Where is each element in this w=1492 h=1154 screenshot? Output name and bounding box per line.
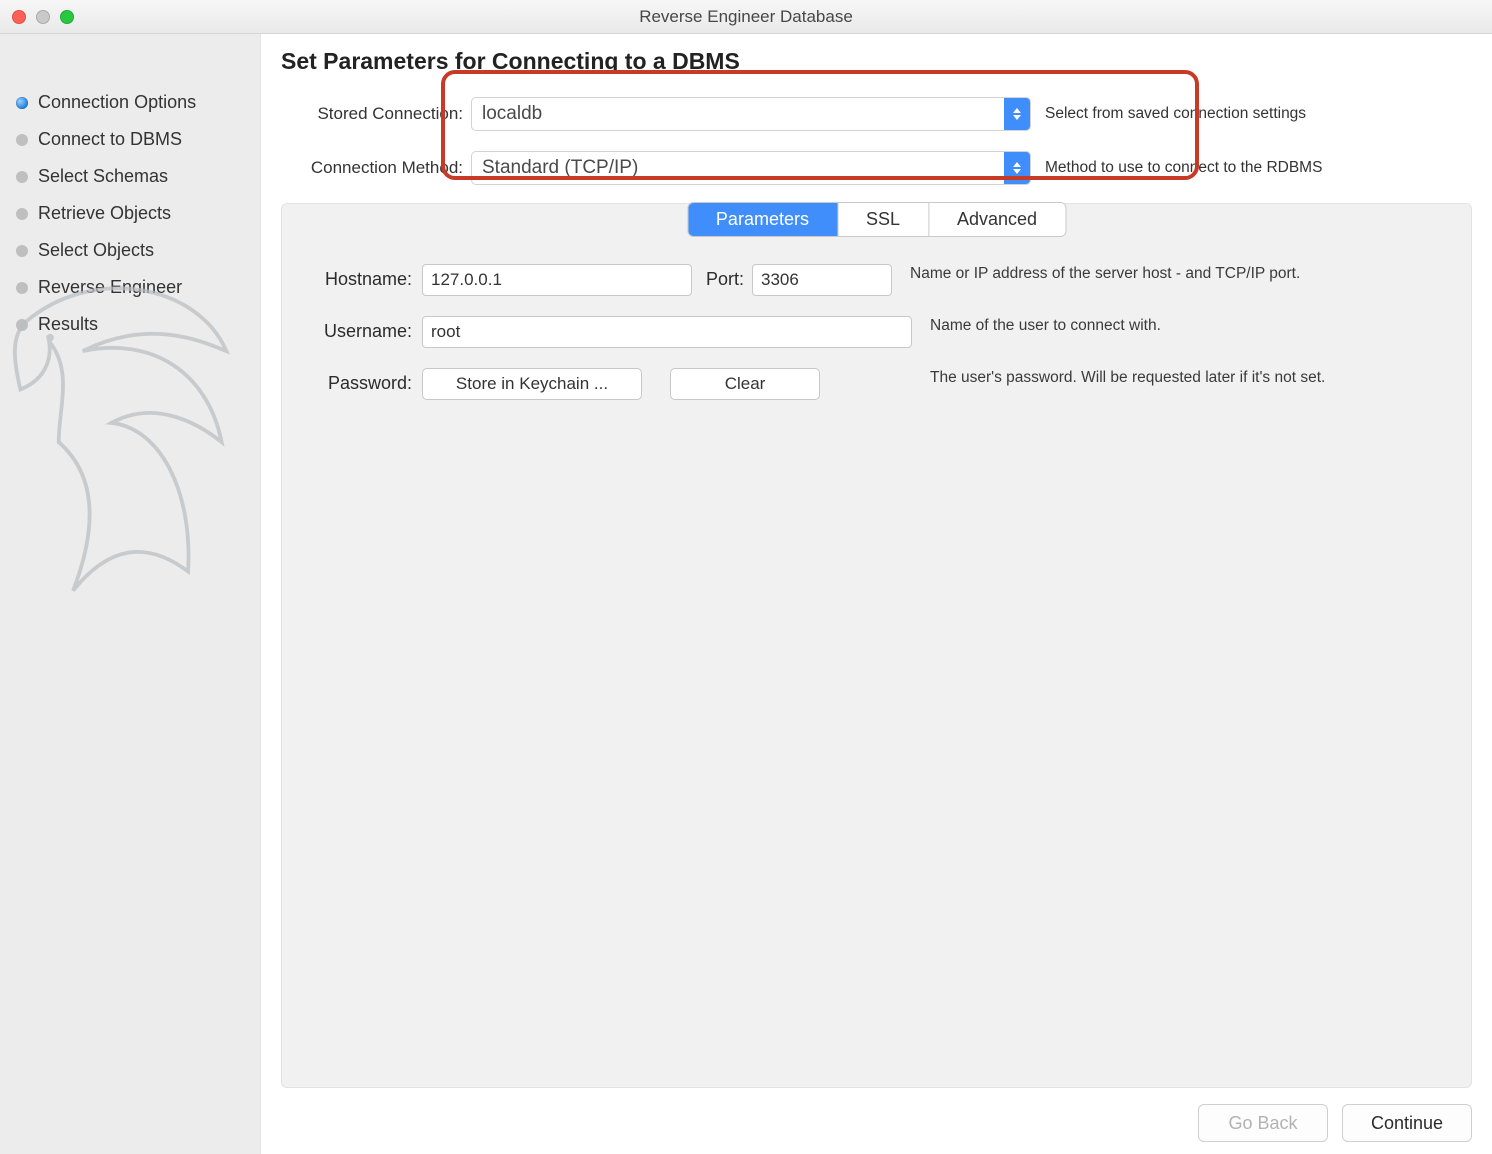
sidebar-item-connect-to-dbms[interactable]: Connect to DBMS <box>0 121 260 158</box>
updown-caret-icon <box>1004 152 1030 184</box>
wizard-sidebar: Connection Options Connect to DBMS Selec… <box>0 34 260 1154</box>
continue-button[interactable]: Continue <box>1342 1104 1472 1142</box>
sidebar-item-label: Connection Options <box>38 92 196 113</box>
sidebar-item-label: Select Objects <box>38 240 154 261</box>
hostname-input[interactable] <box>422 264 692 296</box>
step-bullet-icon <box>16 245 28 257</box>
step-bullet-icon <box>16 97 28 109</box>
sidebar-item-retrieve-objects[interactable]: Retrieve Objects <box>0 195 260 232</box>
zoom-window-button[interactable] <box>60 10 74 24</box>
connection-method-row: Connection Method: Standard (TCP/IP) Met… <box>281 141 1472 195</box>
stored-connection-label: Stored Connection: <box>281 104 471 124</box>
window-title: Reverse Engineer Database <box>0 7 1492 27</box>
hostname-label: Hostname: <box>302 264 422 290</box>
store-keychain-button[interactable]: Store in Keychain ... <box>422 368 642 400</box>
minimize-window-button[interactable] <box>36 10 50 24</box>
sidebar-item-label: Connect to DBMS <box>38 129 182 150</box>
wizard-footer: Go Back Continue <box>281 1088 1472 1142</box>
stored-connection-value: localdb <box>482 103 542 125</box>
sidebar-item-label: Results <box>38 314 98 335</box>
connection-method-value: Standard (TCP/IP) <box>482 157 638 179</box>
updown-caret-icon <box>1004 98 1030 130</box>
port-input[interactable] <box>752 264 892 296</box>
sidebar-item-results[interactable]: Results <box>0 306 260 343</box>
titlebar: Reverse Engineer Database <box>0 0 1492 34</box>
sidebar-item-select-objects[interactable]: Select Objects <box>0 232 260 269</box>
step-bullet-icon <box>16 208 28 220</box>
step-bullet-icon <box>16 134 28 146</box>
tab-bar: Parameters SSL Advanced <box>687 202 1066 237</box>
password-hint: The user's password. Will be requested l… <box>930 368 1451 389</box>
parameters-panel: Parameters SSL Advanced Hostname: Port: … <box>281 203 1472 1088</box>
sidebar-item-label: Reverse Engineer <box>38 277 182 298</box>
password-label: Password: <box>302 368 422 394</box>
tab-advanced[interactable]: Advanced <box>929 203 1065 236</box>
username-input[interactable] <box>422 316 912 348</box>
tab-parameters[interactable]: Parameters <box>688 203 838 236</box>
close-window-button[interactable] <box>12 10 26 24</box>
stored-connection-hint: Select from saved connection settings <box>1045 105 1472 123</box>
sidebar-item-connection-options[interactable]: Connection Options <box>0 84 260 121</box>
username-hint: Name of the user to connect with. <box>930 316 1451 337</box>
hostname-row: Hostname: Port: Name or IP address of th… <box>302 254 1451 306</box>
sidebar-item-select-schemas[interactable]: Select Schemas <box>0 158 260 195</box>
window-controls <box>12 10 74 24</box>
password-row: Password: Store in Keychain ... Clear Th… <box>302 358 1451 410</box>
connection-method-hint: Method to use to connect to the RDBMS <box>1045 159 1472 177</box>
stored-connection-select[interactable]: localdb <box>471 97 1031 131</box>
step-bullet-icon <box>16 282 28 294</box>
sidebar-item-label: Select Schemas <box>38 166 168 187</box>
step-bullet-icon <box>16 319 28 331</box>
step-bullet-icon <box>16 171 28 183</box>
hostname-hint: Name or IP address of the server host - … <box>910 264 1451 285</box>
connection-method-select[interactable]: Standard (TCP/IP) <box>471 151 1031 185</box>
page-title: Set Parameters for Connecting to a DBMS <box>281 48 1472 75</box>
username-row: Username: Name of the user to connect wi… <box>302 306 1451 358</box>
clear-password-button[interactable]: Clear <box>670 368 820 400</box>
port-label: Port: <box>692 264 752 290</box>
sidebar-item-reverse-engineer[interactable]: Reverse Engineer <box>0 269 260 306</box>
sidebar-item-label: Retrieve Objects <box>38 203 171 224</box>
stored-connection-row: Stored Connection: localdb Select from s… <box>281 87 1472 141</box>
go-back-button[interactable]: Go Back <box>1198 1104 1328 1142</box>
tab-ssl[interactable]: SSL <box>838 203 929 236</box>
username-label: Username: <box>302 316 422 342</box>
main-content: Set Parameters for Connecting to a DBMS … <box>260 34 1492 1154</box>
connection-method-label: Connection Method: <box>281 158 471 178</box>
